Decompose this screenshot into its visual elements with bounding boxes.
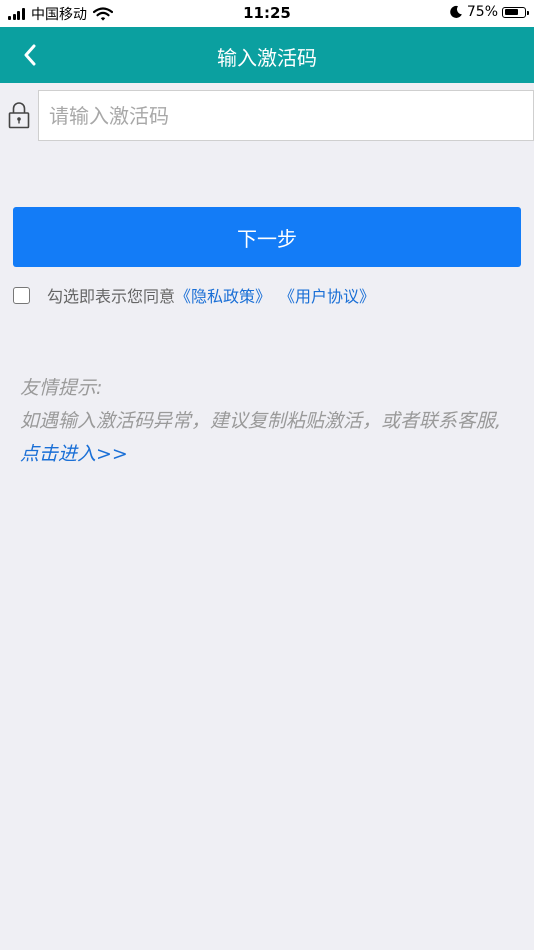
agreement-row: 勾选即表示您同意 《隐私政策》 《用户协议》 bbox=[13, 283, 375, 307]
contact-service-link[interactable]: 点击进入>> bbox=[20, 443, 128, 465]
lock-icon bbox=[8, 102, 30, 129]
moon-icon bbox=[450, 5, 462, 18]
agreement-text: 勾选即表示您同意 bbox=[47, 287, 176, 306]
next-step-label: 下一步 bbox=[237, 226, 297, 251]
battery-level bbox=[504, 9, 518, 15]
privacy-policy-link[interactable]: 《隐私政策》 bbox=[175, 283, 271, 307]
page-title: 输入激活码 bbox=[217, 46, 317, 70]
status-right: 75% bbox=[449, 4, 529, 20]
tips-body: 如遇输入激活码异常，建议复制粘贴激活，或者联系客服, bbox=[20, 410, 502, 432]
activation-code-input[interactable] bbox=[38, 90, 534, 141]
battery-icon bbox=[502, 6, 529, 18]
battery-percent: 75% bbox=[466, 4, 498, 20]
next-step-button[interactable]: 下一步 bbox=[13, 207, 521, 267]
tips-section: 友情提示: 如遇输入激活码异常，建议复制粘贴激活，或者联系客服, 点击进入>> bbox=[20, 372, 526, 471]
tips-body-block: 如遇输入激活码异常，建议复制粘贴激活，或者联系客服, 点击进入>> bbox=[20, 405, 526, 471]
status-bar: 中国移动 11:25 75% bbox=[0, 0, 534, 27]
nav-bar: 输入激活码 bbox=[0, 27, 534, 83]
user-agreement-link[interactable]: 《用户协议》 bbox=[279, 283, 375, 307]
agreement-checkbox[interactable] bbox=[13, 286, 30, 304]
tips-heading: 友情提示: bbox=[20, 377, 103, 399]
